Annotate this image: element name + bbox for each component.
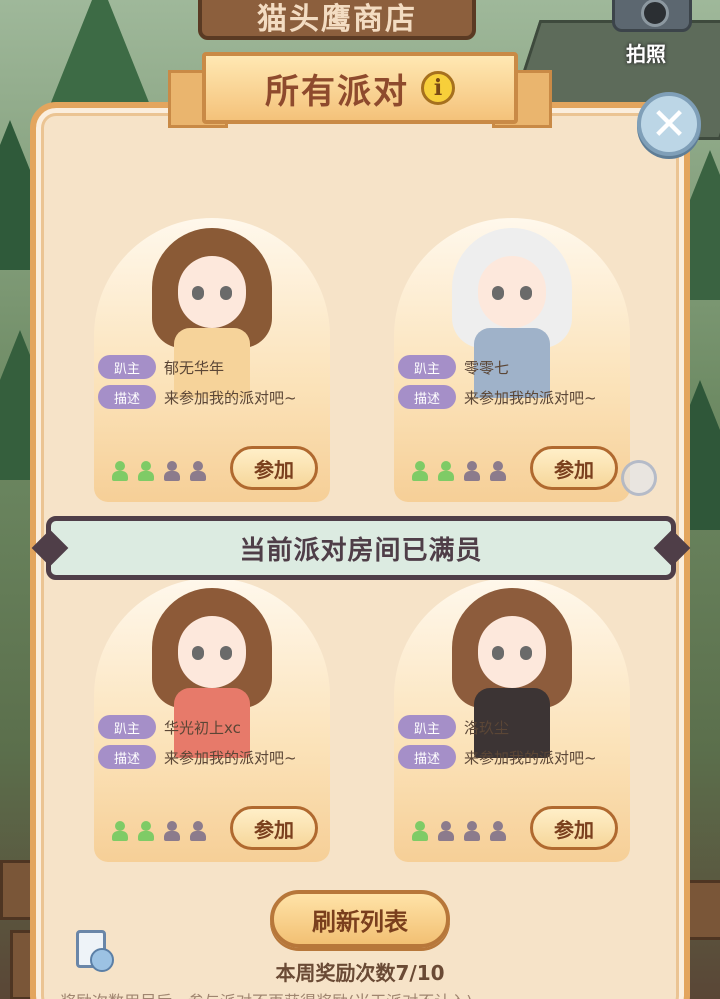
member-icon bbox=[138, 461, 154, 481]
desc-row: 描述 来参加我的派对吧~ bbox=[98, 384, 297, 410]
member-icon bbox=[490, 461, 506, 481]
touch-indicator bbox=[621, 460, 657, 496]
party-card: 趴主 郁无华年 描述 来参加我的派对吧~ 参加 bbox=[94, 218, 330, 502]
member-icon bbox=[164, 821, 180, 841]
member-icon bbox=[438, 461, 454, 481]
avatar-eye bbox=[492, 646, 504, 660]
member-icon bbox=[112, 461, 128, 481]
join-button[interactable]: 参加 bbox=[230, 446, 318, 490]
page-title: 所有派对 bbox=[265, 71, 409, 112]
title-ribbon: 所有派对 i bbox=[168, 52, 552, 140]
avatar-eye bbox=[520, 646, 532, 660]
avatar-face bbox=[478, 256, 546, 328]
info-icon[interactable]: i bbox=[421, 71, 455, 105]
member-icon bbox=[464, 821, 480, 841]
close-button[interactable]: ✕ bbox=[637, 92, 701, 156]
member-icon bbox=[464, 461, 480, 481]
party-card: 趴主 华光初上xc 描述 来参加我的派对吧~ 参加 bbox=[94, 578, 330, 862]
avatar-eye bbox=[520, 286, 532, 300]
member-icon bbox=[490, 821, 506, 841]
member-slots bbox=[112, 461, 206, 481]
desc-tag: 描述 bbox=[398, 385, 456, 409]
avatar-face bbox=[178, 616, 246, 688]
join-button[interactable]: 参加 bbox=[530, 446, 618, 490]
reward-footnote: 奖励次数用尽后，参与派对不再获得奖励(当天派对不计入) bbox=[60, 988, 680, 999]
avatar-eye bbox=[192, 646, 204, 660]
host-tag: 趴主 bbox=[398, 715, 456, 739]
host-name: 华光初上xc bbox=[164, 718, 241, 737]
member-icon bbox=[190, 461, 206, 481]
camera-icon[interactable] bbox=[612, 0, 692, 32]
host-name: 洛玖尘 bbox=[464, 718, 510, 737]
toast-message: 当前派对房间已满员 bbox=[239, 535, 483, 566]
member-icon bbox=[412, 461, 428, 481]
desc-tag: 描述 bbox=[398, 745, 456, 769]
member-icon bbox=[138, 821, 154, 841]
party-card: 趴主 零零七 描述 来参加我的派对吧~ 参加 bbox=[394, 218, 630, 502]
member-icon bbox=[112, 821, 128, 841]
weekly-reward-count: 本周奖励次数7/10 bbox=[275, 961, 445, 985]
member-icon bbox=[190, 821, 206, 841]
party-description: 来参加我的派对吧~ bbox=[164, 748, 297, 767]
desc-tag: 描述 bbox=[98, 385, 156, 409]
avatar-eye bbox=[492, 286, 504, 300]
host-name: 郁无华年 bbox=[164, 358, 225, 377]
avatar-face bbox=[178, 256, 246, 328]
party-description: 来参加我的派对吧~ bbox=[464, 388, 597, 407]
join-button[interactable]: 参加 bbox=[230, 806, 318, 850]
host-name: 零零七 bbox=[464, 358, 510, 377]
desc-row: 描述 来参加我的派对吧~ bbox=[398, 744, 597, 770]
avatar-eye bbox=[220, 286, 232, 300]
host-row: 趴主 华光初上xc bbox=[98, 714, 241, 740]
member-icon bbox=[412, 821, 428, 841]
party-description: 来参加我的派对吧~ bbox=[164, 388, 297, 407]
desc-row: 描述 来参加我的派对吧~ bbox=[398, 384, 597, 410]
shop-sign-text: 猫头鹰商店 bbox=[257, 2, 417, 37]
avatar-eye bbox=[220, 646, 232, 660]
camera-label[interactable]: 拍照 bbox=[626, 38, 666, 67]
member-slots bbox=[112, 821, 206, 841]
desc-row: 描述 来参加我的派对吧~ bbox=[98, 744, 297, 770]
host-row: 趴主 零零七 bbox=[398, 354, 509, 380]
member-slots bbox=[412, 461, 506, 481]
shop-sign: 猫头鹰商店 bbox=[198, 0, 476, 40]
host-tag: 趴主 bbox=[398, 355, 456, 379]
host-tag: 趴主 bbox=[98, 355, 156, 379]
host-tag: 趴主 bbox=[98, 715, 156, 739]
avatar-face bbox=[478, 616, 546, 688]
refresh-list-button[interactable]: 刷新列表 bbox=[270, 890, 450, 948]
host-row: 趴主 洛玖尘 bbox=[398, 714, 509, 740]
desc-tag: 描述 bbox=[98, 745, 156, 769]
join-button[interactable]: 参加 bbox=[530, 806, 618, 850]
close-icon: ✕ bbox=[650, 98, 688, 150]
party-description: 来参加我的派对吧~ bbox=[464, 748, 597, 767]
room-full-toast: 当前派对房间已满员 bbox=[46, 516, 676, 580]
member-slots bbox=[412, 821, 506, 841]
member-icon bbox=[438, 821, 454, 841]
avatar-eye bbox=[192, 286, 204, 300]
party-card: 趴主 洛玖尘 描述 来参加我的派对吧~ 参加 bbox=[394, 578, 630, 862]
ribbon-banner: 所有派对 i bbox=[202, 52, 518, 124]
member-icon bbox=[164, 461, 180, 481]
host-row: 趴主 郁无华年 bbox=[98, 354, 224, 380]
